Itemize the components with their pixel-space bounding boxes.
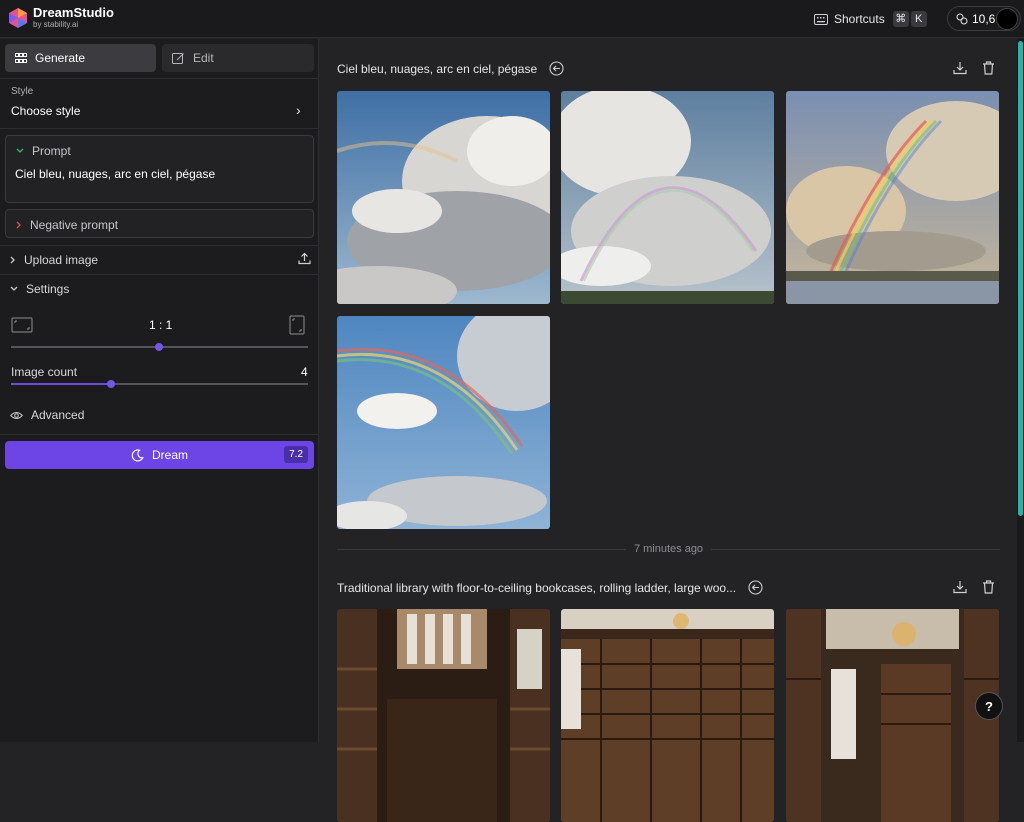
generations-feed: Ciel bleu, nuages, arc en ciel, pégase 7…	[320, 39, 1017, 822]
download-icon[interactable]	[953, 580, 967, 594]
generated-image[interactable]	[561, 91, 774, 304]
negative-prompt-header[interactable]: Negative prompt	[16, 218, 118, 232]
generated-image[interactable]	[337, 609, 550, 822]
divider	[0, 128, 319, 129]
prompt-label: Prompt	[32, 144, 71, 158]
generated-image[interactable]	[786, 91, 999, 304]
tab-edit[interactable]: Edit	[162, 44, 314, 72]
time-separator: 7 minutes ago	[337, 542, 1001, 556]
chevron-right-icon: ›	[296, 102, 301, 118]
chevron-right-icon	[10, 256, 15, 264]
style-value: Choose style	[11, 104, 81, 118]
trash-icon[interactable]	[982, 61, 995, 75]
aspect-ratio-slider[interactable]	[11, 343, 308, 351]
negative-prompt-panel[interactable]: Negative prompt	[5, 209, 314, 238]
generated-image[interactable]	[337, 316, 550, 529]
app-subtitle: by stability.ai	[33, 20, 79, 29]
scrollbar-thumb[interactable]	[1018, 41, 1023, 516]
eye-icon	[10, 411, 23, 419]
negative-prompt-label: Negative prompt	[30, 218, 119, 232]
chevron-down-icon	[16, 148, 24, 153]
aspect-ratio-value: 1 : 1	[149, 318, 173, 332]
advanced-toggle[interactable]: Advanced	[10, 408, 84, 422]
app-title: DreamStudio	[33, 5, 114, 20]
credits-badge[interactable]: 10,6	[947, 6, 1021, 31]
shortcuts-label: Shortcuts	[834, 12, 885, 26]
image-count-label: Image count	[11, 365, 78, 379]
divider	[0, 245, 319, 246]
chevron-right-icon	[16, 221, 21, 229]
generated-image[interactable]	[337, 91, 550, 304]
generation-prompt: Traditional library with floor-to-ceilin…	[337, 580, 737, 595]
dreamstudio-logo-icon	[9, 8, 27, 28]
generation-header: Ciel bleu, nuages, arc en ciel, pégase	[337, 61, 564, 76]
image-count-slider-fill	[11, 383, 111, 385]
divider	[0, 274, 319, 275]
credits-value: 10,6	[972, 11, 996, 26]
brand[interactable]: DreamStudio by stability.ai	[33, 6, 114, 30]
reuse-prompt-icon[interactable]	[748, 580, 763, 595]
upload-icon[interactable]	[298, 252, 311, 265]
generation-prompt: Ciel bleu, nuages, arc en ciel, pégase	[337, 61, 538, 76]
dream-button[interactable]: Dream 7.2	[5, 441, 314, 469]
settings-label: Settings	[26, 282, 70, 296]
prompt-panel[interactable]: Prompt Ciel bleu, nuages, arc en ciel, p…	[5, 135, 314, 203]
upload-image-toggle[interactable]: Upload image	[10, 253, 98, 267]
dream-cost-badge: 7.2	[284, 446, 308, 463]
help-button[interactable]: ?	[975, 692, 1003, 720]
coins-icon	[956, 13, 968, 24]
top-bar: DreamStudio by stability.ai Shortcuts ⌘ K…	[0, 0, 1024, 38]
separator-line	[337, 548, 626, 550]
edit-icon	[172, 52, 184, 64]
upload-image-label: Upload image	[24, 253, 99, 267]
image-count-value: 4	[301, 365, 308, 379]
shortcut-key-k: K	[910, 11, 927, 27]
generation-header: Traditional library with floor-to-ceilin…	[337, 580, 763, 595]
image-count-slider-thumb[interactable]	[107, 380, 115, 388]
style-label: Style	[11, 86, 34, 97]
avatar[interactable]	[996, 8, 1018, 30]
divider	[0, 78, 319, 79]
landscape-ratio-icon[interactable]	[11, 317, 33, 333]
separator-line	[711, 548, 1001, 550]
chevron-down-icon	[10, 286, 18, 291]
sidebar: Generate Edit Style Choose style › Promp…	[0, 39, 319, 742]
tab-generate-label: Generate	[35, 51, 86, 65]
download-icon[interactable]	[953, 61, 967, 75]
dream-label: Dream	[151, 448, 188, 462]
shortcuts-button[interactable]: Shortcuts ⌘ K	[814, 9, 927, 29]
reuse-prompt-icon[interactable]	[549, 61, 564, 76]
tab-edit-label: Edit	[193, 51, 214, 65]
advanced-label: Advanced	[31, 408, 85, 422]
trash-icon[interactable]	[982, 580, 995, 594]
image-count-slider[interactable]	[11, 380, 308, 388]
moon-icon	[131, 448, 144, 462]
aspect-ratio-slider-thumb[interactable]	[155, 343, 163, 351]
prompt-input[interactable]: Ciel bleu, nuages, arc en ciel, pégase	[15, 167, 215, 181]
tab-generate[interactable]: Generate	[5, 44, 156, 72]
shortcut-key-cmd: ⌘	[892, 11, 909, 27]
keyboard-icon	[814, 13, 828, 25]
portrait-ratio-icon[interactable]	[289, 315, 305, 335]
time-ago-label: 7 minutes ago	[633, 543, 704, 555]
settings-toggle[interactable]: Settings	[10, 282, 69, 296]
grid-icon	[15, 53, 27, 63]
generated-image[interactable]	[786, 609, 999, 822]
scrollbar[interactable]	[1017, 39, 1024, 742]
generated-image[interactable]	[561, 609, 774, 822]
divider	[0, 434, 319, 435]
prompt-header[interactable]: Prompt	[16, 144, 71, 158]
